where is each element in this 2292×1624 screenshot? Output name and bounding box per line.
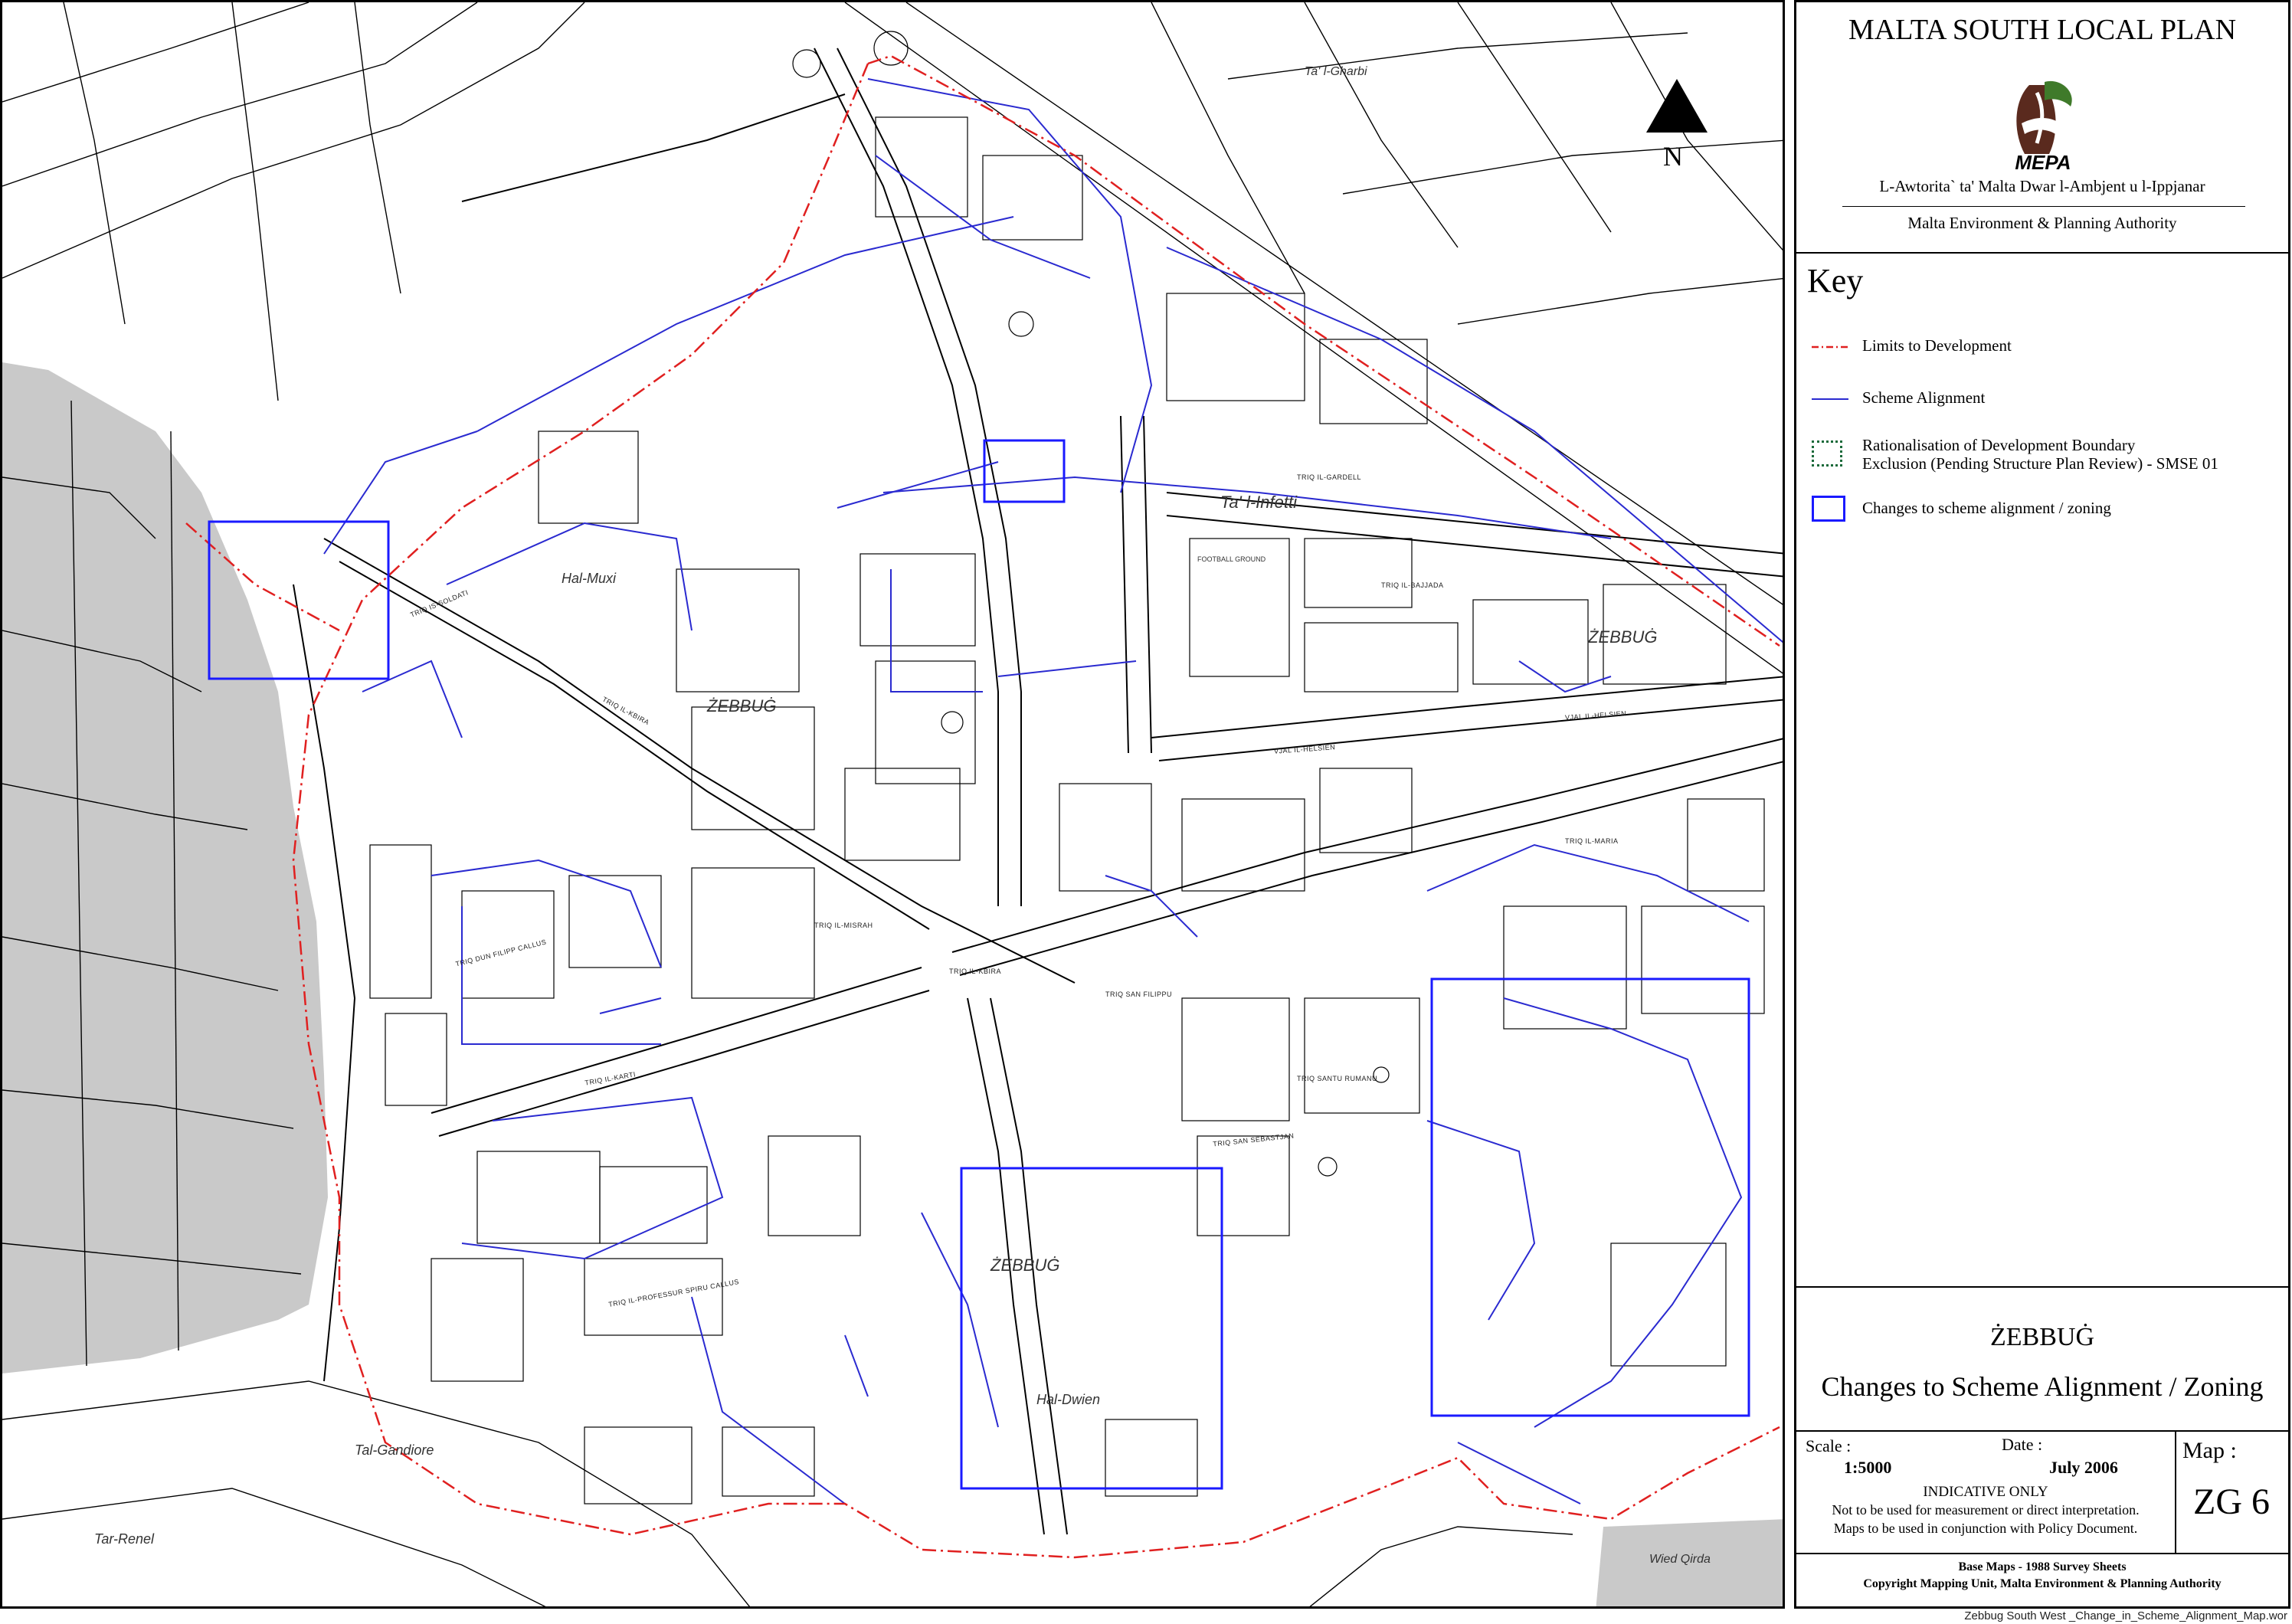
north-arrow-icon [1646, 79, 1708, 133]
place-label-wied-qirda: Wied Qirda [1649, 1553, 1711, 1566]
authority-name-english: Malta Environment & Planning Authority [1907, 214, 2177, 232]
plan-title: MALTA SOUTH LOCAL PLAN [1848, 14, 2237, 46]
building-blocks [369, 31, 1765, 1504]
base-maps-note: Base Maps - 1988 Survey Sheets [1958, 1560, 2127, 1573]
place-label-hal-muxi: Hal-Muxi [562, 571, 617, 586]
limits-swatch [1812, 345, 1848, 349]
place-label-tar-renel: Tar-Renel [94, 1531, 155, 1547]
map-number: ZG 6 [2193, 1482, 2270, 1522]
place-label-ta-l-infetti: Ta' l-Infetti [1220, 493, 1297, 512]
scale-label: Scale : [1806, 1436, 1852, 1455]
changes-swatch [1812, 496, 1845, 522]
info-block-divider [1796, 1430, 2288, 1432]
notice-line-1: Not to be used for measurement or direct… [1832, 1502, 2140, 1518]
key-scheme-label: Scheme Alignment [1862, 388, 1986, 407]
map-legend-panel: MALTA SOUTH LOCAL PLAN MEPA L-Awtorita` … [1794, 0, 2290, 1609]
footer-filename: Zebbug South West _Change_in_Scheme_Alig… [1964, 1609, 2287, 1622]
place-label-football-ground: FOOTBALL GROUND [1197, 555, 1266, 563]
scheme-swatch [1812, 398, 1848, 400]
date-label: Date : [2002, 1435, 2043, 1454]
map-canvas[interactable]: Ta' l-Gharbi Ta' l-Infetti ŻEBBUĠ ŻEBBUĠ… [0, 0, 1785, 1609]
limits-to-development-line [292, 54, 1780, 1559]
map-title: Changes to Scheme Alignment / Zoning [1821, 1371, 2264, 1402]
authority-name-maltese: L-Awtorita` ta' Malta Dwar l-Ambjent u l… [1879, 177, 2205, 195]
street-label: TRIQ IL-GARDELL [1297, 473, 1362, 481]
street-label: TRIQ SAN FILIPPU [1105, 990, 1173, 998]
key-limits-label: Limits to Development [1862, 336, 2012, 355]
street-label: TRIQ IL-BAJJADA [1381, 581, 1444, 589]
street-label: TRIQ SANTU RUMANU [1297, 1075, 1377, 1082]
key-rationalisation-line2: Exclusion (Pending Structure Plan Review… [1862, 454, 2218, 473]
street-label: TRIQ IL-MARIA [1565, 837, 1619, 845]
place-label-zebbug-south: ŻEBBUĠ [990, 1256, 1060, 1275]
key-changes-label: Changes to scheme alignment / zoning [1862, 499, 2111, 517]
map-number-label: Map : [2182, 1438, 2237, 1463]
logo-wordmark: MEPA [2015, 151, 2071, 174]
place-label-hal-dwien: Hal-Dwien [1036, 1392, 1101, 1407]
key-heading: Key [1807, 262, 1864, 300]
mepa-logo: MEPA [2006, 77, 2080, 174]
place-title: ŻEBBUĠ [1990, 1323, 2094, 1351]
key-rationalisation-line1: Rationalisation of Development Boundary [1862, 436, 2136, 454]
change-box-east[interactable] [1430, 977, 1750, 1417]
footer-divider [1796, 1553, 2288, 1554]
street-label: TRIQ IL-KBIRA [949, 968, 1002, 975]
place-label-tal-gandiore: Tal-Gandiore [355, 1442, 434, 1458]
rationalisation-swatch [1812, 440, 1842, 467]
change-box-south[interactable] [960, 1167, 1223, 1490]
header-divider [1796, 252, 2288, 254]
title-block-divider [1796, 1286, 2288, 1288]
indicative-only: INDICATIVE ONLY [1923, 1484, 2048, 1500]
place-label-zebbug-east: ŻEBBUĠ [1588, 627, 1658, 647]
base-map [2, 2, 1783, 1606]
authority-divider [1842, 206, 2245, 207]
grey-terrain-area [2, 362, 328, 1374]
road-network [293, 47, 1783, 1535]
north-label: N [1663, 141, 1683, 172]
copyright-note: Copyright Mapping Unit, Malta Environmen… [1863, 1577, 2222, 1590]
date-value: July 2006 [2049, 1458, 2118, 1477]
place-label-ta-l-gharbi: Ta' l-Gharbi [1305, 65, 1367, 78]
place-label-zebbug-center: ŻEBBUĠ [707, 696, 777, 715]
street-label: TRIQ IL-MISRAH [814, 922, 873, 929]
scale-value: 1:5000 [1844, 1458, 1892, 1477]
notice-line-2: Maps to be used in conjunction with Poli… [1833, 1521, 2138, 1536]
